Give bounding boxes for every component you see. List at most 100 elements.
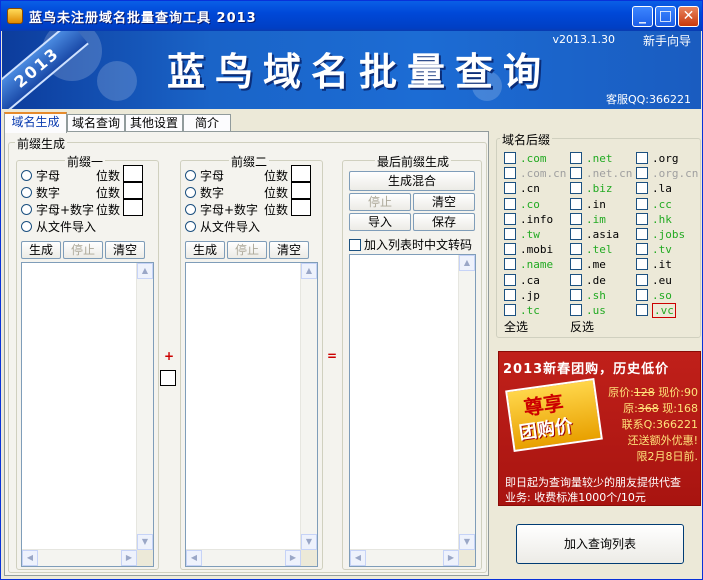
checkbox-icon[interactable] [636,182,648,195]
vertical-scrollbar[interactable]: ▲ ▼ [300,263,317,550]
tab-other-settings[interactable]: 其他设置 [125,114,183,132]
checkbox-icon[interactable] [636,273,648,286]
radio-icon[interactable] [185,187,196,198]
checkbox-icon[interactable] [636,197,648,210]
suffix-option[interactable]: .ca [504,273,540,287]
checkbox-icon[interactable] [504,167,516,180]
prefix2-file-option[interactable]: 从文件导入 [185,218,260,235]
tab-domain-query[interactable]: 域名查询 [67,114,125,132]
radio-icon[interactable] [185,204,196,215]
checkbox-icon[interactable] [504,243,516,256]
scroll-up-icon[interactable]: ▲ [137,263,153,279]
suffix-option[interactable]: .in [570,197,606,211]
checkbox-icon[interactable] [570,304,582,316]
suffix-option[interactable]: .so [636,288,672,302]
suffix-option[interactable]: .co [504,197,540,211]
prefix2-mixed-option[interactable]: 字母+数字 [185,201,258,218]
guide-link[interactable]: 新手向导 [643,32,691,49]
suffix-option[interactable]: .com [504,152,547,165]
suffix-option[interactable]: .la [636,182,672,195]
prefix2-letter-option[interactable]: 字母 [185,167,224,184]
checkbox-icon[interactable] [504,228,516,240]
checkbox-icon[interactable] [504,288,516,301]
prefix1-generate-button[interactable]: 生成 [21,241,61,259]
checkbox-icon[interactable] [504,273,516,286]
suffix-option[interactable]: .vc [636,303,676,318]
checkbox-icon[interactable] [504,152,516,164]
promo-banner[interactable]: 2013新春团购，历史低价 尊享 团购价 原价:128 现价:90 原:368 … [498,351,701,506]
checkbox-icon[interactable] [570,167,582,180]
checkbox-icon[interactable] [504,182,516,195]
suffix-option[interactable]: .name [504,258,553,271]
checkbox-icon[interactable] [504,258,516,271]
final-clear-button[interactable]: 清空 [413,193,475,211]
radio-icon[interactable] [185,170,196,181]
suffix-option[interactable]: .jp [504,288,540,302]
suffix-option[interactable]: .info [504,212,553,226]
vertical-scrollbar[interactable]: ▲ ▼ [458,255,475,550]
suffix-option[interactable]: .eu [636,273,672,287]
checkbox-icon[interactable] [570,212,582,225]
checkbox-icon[interactable] [570,243,582,256]
prefix2-generate-button[interactable]: 生成 [185,241,225,259]
scroll-right-icon[interactable]: ▶ [443,550,459,566]
suffix-option[interactable]: .mobi [504,243,553,256]
prefix1-mixed-option[interactable]: 字母+数字 [21,201,94,218]
checkbox-icon[interactable] [570,182,582,195]
horizontal-scrollbar[interactable]: ◀ ▶ [22,549,137,566]
checkbox-icon[interactable] [504,197,516,210]
radio-icon[interactable] [21,221,32,232]
checkbox-icon[interactable] [504,212,516,225]
checkbox-icon[interactable] [636,152,648,164]
suffix-option[interactable]: .asia [570,228,619,241]
vertical-scrollbar[interactable]: ▲ ▼ [136,263,153,550]
suffix-option[interactable]: .cc [636,197,672,211]
import-button[interactable]: 导入 [349,213,411,231]
final-stop-button[interactable]: 停止 [349,193,411,211]
suffix-option[interactable]: .net.cn [570,167,632,180]
select-all-link[interactable]: 全选 [504,318,528,335]
radio-icon[interactable] [21,170,32,181]
add-to-query-list-button[interactable]: 加入查询列表 [516,524,684,564]
prefix1-letter-option[interactable]: 字母 [21,167,60,184]
checkbox-icon[interactable] [636,304,648,316]
prefix1-number-option[interactable]: 数字 [21,184,60,201]
checkbox-icon[interactable] [636,258,648,271]
radio-icon[interactable] [21,187,32,198]
horizontal-scrollbar[interactable]: ◀ ▶ [186,549,301,566]
maximize-button[interactable]: □ [655,6,676,27]
scroll-down-icon[interactable]: ▼ [301,534,317,550]
suffix-option[interactable]: .biz [570,182,613,195]
suffix-option[interactable]: .org.cn [636,167,698,180]
merge-button[interactable]: 生成混合 [349,171,475,191]
checkbox-icon[interactable] [636,288,648,301]
prefix2-stop-button[interactable]: 停止 [227,241,267,259]
scroll-left-icon[interactable]: ◀ [22,550,38,566]
title-bar[interactable]: 蓝鸟未注册域名批量查询工具 2013 _ □ ✕ [1,1,702,31]
minimize-button[interactable]: _ [632,6,653,27]
prefix1-mixed-digits-input[interactable] [123,199,143,216]
suffix-option[interactable]: .tc [504,304,540,317]
suffix-option[interactable]: .de [570,273,606,287]
checkbox-icon[interactable] [636,212,648,225]
suffix-option[interactable]: .me [570,258,606,271]
checkbox-icon[interactable] [636,167,648,180]
prefix2-letter-digits-input[interactable] [291,165,311,182]
scroll-left-icon[interactable]: ◀ [186,550,202,566]
final-prefix-list[interactable]: ▲ ▼ ◀ ▶ [349,254,476,567]
scroll-up-icon[interactable]: ▲ [301,263,317,279]
tab-domain-generate[interactable]: 域名生成 [4,112,67,133]
suffix-option[interactable]: .tw [504,228,540,241]
suffix-option[interactable]: .cn [504,182,540,195]
prefix2-clear-button[interactable]: 清空 [269,241,309,259]
radio-icon[interactable] [185,221,196,232]
horizontal-scrollbar[interactable]: ◀ ▶ [350,549,459,566]
checkbox-icon[interactable] [570,273,582,286]
suffix-option[interactable]: .us [570,304,606,317]
suffix-option[interactable]: .com.cn [504,167,566,180]
invert-selection-link[interactable]: 反选 [570,318,594,335]
suffix-option[interactable]: .it [636,258,672,271]
tab-about[interactable]: 简介 [183,114,231,132]
prefix2-mixed-digits-input[interactable] [291,199,311,216]
prefix1-clear-button[interactable]: 清空 [105,241,145,259]
